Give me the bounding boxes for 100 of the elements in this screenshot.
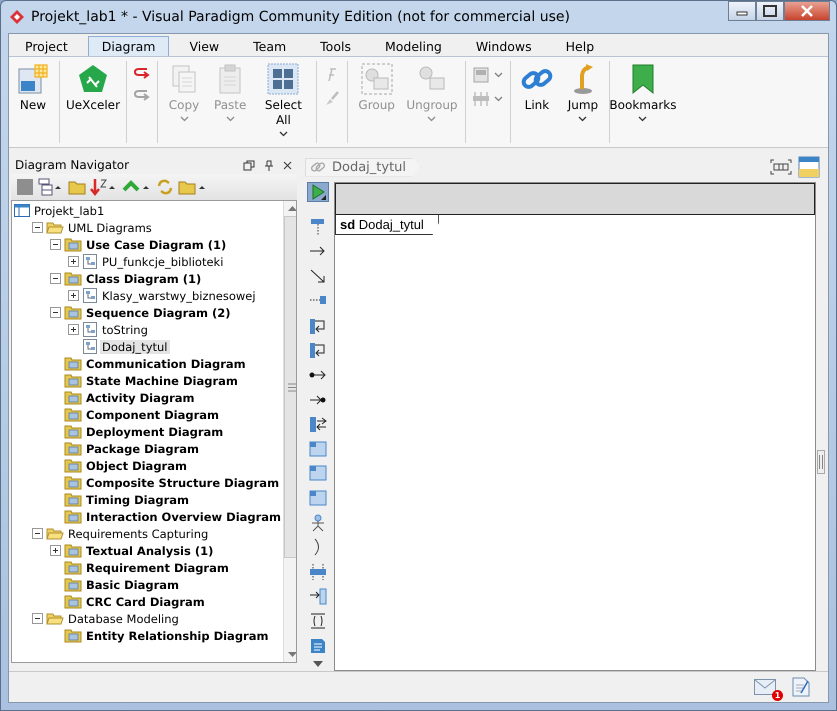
tree-item[interactable]: toString (100, 322, 150, 336)
select-all-icon (267, 63, 300, 95)
interaction-icon[interactable] (307, 464, 329, 483)
gate-icon[interactable] (307, 562, 329, 582)
tree-item[interactable]: Communication Diagram (84, 356, 248, 370)
expand-toggle-icon[interactable] (68, 256, 79, 267)
ribbon-button[interactable]: Jump (560, 59, 605, 145)
menu-tab[interactable]: Diagram (88, 36, 170, 56)
tree-item[interactable]: Composite Structure Diagram (84, 476, 282, 490)
tree-view-icon[interactable] (38, 178, 64, 196)
grip-icon[interactable] (817, 450, 825, 474)
diagram-folder-icon (64, 407, 82, 422)
expand-toggle-icon[interactable] (50, 239, 61, 250)
diagram-icon (82, 339, 98, 354)
ribbon-button[interactable]: Link (514, 59, 559, 145)
close-button[interactable] (784, 1, 830, 21)
ribbon-button[interactable]: Select All (254, 59, 312, 145)
tree-item[interactable]: Textual Analysis (1) (84, 544, 216, 558)
menu-tab[interactable]: Project (11, 36, 82, 56)
breadcrumb[interactable]: Dodaj_tytul (305, 158, 422, 176)
tree-item[interactable]: Projekt_lab1 (32, 204, 106, 218)
diagram-folder-icon (64, 628, 82, 643)
diagram-folder-icon (64, 509, 82, 524)
expand-toggle-icon[interactable] (32, 222, 43, 233)
menu-tab[interactable]: Windows (462, 36, 546, 56)
maximize-icon (763, 5, 777, 17)
tree-item[interactable]: Requirements Capturing (66, 526, 210, 540)
ribbon-button[interactable]: New (11, 59, 55, 145)
minimize-button[interactable] (728, 1, 756, 21)
caret-icon (180, 116, 188, 122)
maximize-button[interactable] (756, 1, 784, 21)
arrow-bar-icon[interactable] (307, 587, 329, 606)
expand-toggle-icon[interactable] (32, 613, 43, 624)
tree-item[interactable]: State Machine Diagram (84, 374, 240, 388)
restore-icon[interactable] (243, 160, 255, 170)
pin-icon[interactable] (264, 160, 274, 170)
tree-item[interactable]: Entity Relationship Diagram (84, 628, 270, 642)
caret-icon (226, 116, 235, 122)
diagram-folder-icon (64, 237, 82, 252)
diagram-folder-icon (64, 373, 82, 388)
tree-item[interactable]: Package Diagram (84, 442, 202, 456)
expand-toggle-icon[interactable] (68, 324, 79, 335)
note-edit-icon[interactable] (792, 677, 810, 697)
ribbon-button[interactable]: UeXceler (64, 59, 122, 145)
tree-item[interactable]: Basic Diagram (84, 578, 182, 592)
diagram-folder-icon (64, 458, 82, 473)
menu-tab[interactable]: Tools (306, 36, 365, 56)
scroll-up-icon[interactable] (288, 205, 296, 211)
expand-toggle-icon[interactable] (32, 528, 43, 539)
diagram-folder-icon (64, 492, 82, 507)
caret-icon (494, 96, 503, 102)
window-layout-icon[interactable] (798, 156, 820, 178)
menu-tab[interactable]: Help (552, 36, 608, 56)
tree-item[interactable]: Timing Diagram (84, 492, 192, 506)
diagram-icon (82, 288, 98, 303)
scroll-down-icon[interactable] (288, 652, 296, 658)
tree-item[interactable]: Interaction Overview Diagram (84, 510, 284, 524)
caret-icon (578, 116, 588, 122)
menu-tab[interactable]: Modeling (370, 36, 456, 56)
tree-item[interactable]: Deployment Diagram (84, 424, 226, 438)
expand-toggle-icon[interactable] (50, 273, 61, 284)
panel-title: Diagram Navigator (15, 158, 130, 172)
diagram-folder-icon (64, 543, 82, 558)
tree-item[interactable]: Activity Diagram (84, 390, 196, 404)
tree-item[interactable]: Database Modeling (66, 612, 181, 626)
tree-item[interactable]: Klasy_warstwy_biznesowej (100, 288, 258, 302)
tree-item[interactable]: Dodaj_tytul (100, 340, 170, 354)
sort-icon[interactable] (90, 178, 118, 196)
frame-label: sd Dodaj_tytul (335, 215, 439, 235)
tree-item[interactable]: Component Diagram (84, 408, 222, 422)
diagram-canvas[interactable]: sd Dodaj_tytul (334, 182, 816, 671)
tree-item[interactable]: Object Diagram (84, 458, 189, 472)
caret-icon (427, 116, 436, 122)
menu-tab[interactable]: Team (239, 36, 300, 56)
expand-toggle-icon[interactable] (50, 545, 61, 556)
menu-tab[interactable]: View (175, 36, 234, 56)
duplex-message-icon[interactable] (307, 414, 329, 434)
tree-item[interactable]: Class Diagram (1) (84, 272, 204, 286)
close-icon[interactable] (283, 160, 292, 170)
scrollbar[interactable] (283, 201, 296, 662)
diagram-folder-icon (64, 441, 82, 456)
diagram-folder-icon (64, 560, 82, 575)
tree-item[interactable]: PU_funkcje_biblioteki (100, 254, 226, 268)
square-icon[interactable] (16, 178, 34, 196)
tree-item[interactable]: Requirement Diagram (84, 560, 231, 574)
expand-toggle-icon[interactable] (68, 290, 79, 301)
tree-item[interactable]: Sequence Diagram (2) (84, 306, 233, 320)
scroll-down-icon[interactable] (313, 661, 323, 667)
fit-view-icon[interactable] (770, 159, 792, 175)
fragment-icon[interactable] (307, 488, 329, 508)
diagram-folder-icon (64, 271, 82, 286)
distribute-icon (472, 91, 489, 107)
mail-icon[interactable] (754, 679, 776, 695)
expand-toggle-icon[interactable] (50, 307, 61, 318)
tree-item[interactable]: Use Case Diagram (1) (84, 238, 228, 252)
caret-icon (494, 72, 503, 78)
tree-item[interactable]: UML Diagrams (66, 220, 154, 234)
tree-item[interactable]: CRC Card Diagram (84, 594, 207, 608)
frame-icon[interactable] (307, 439, 329, 458)
diagram-folder-icon (64, 577, 82, 592)
